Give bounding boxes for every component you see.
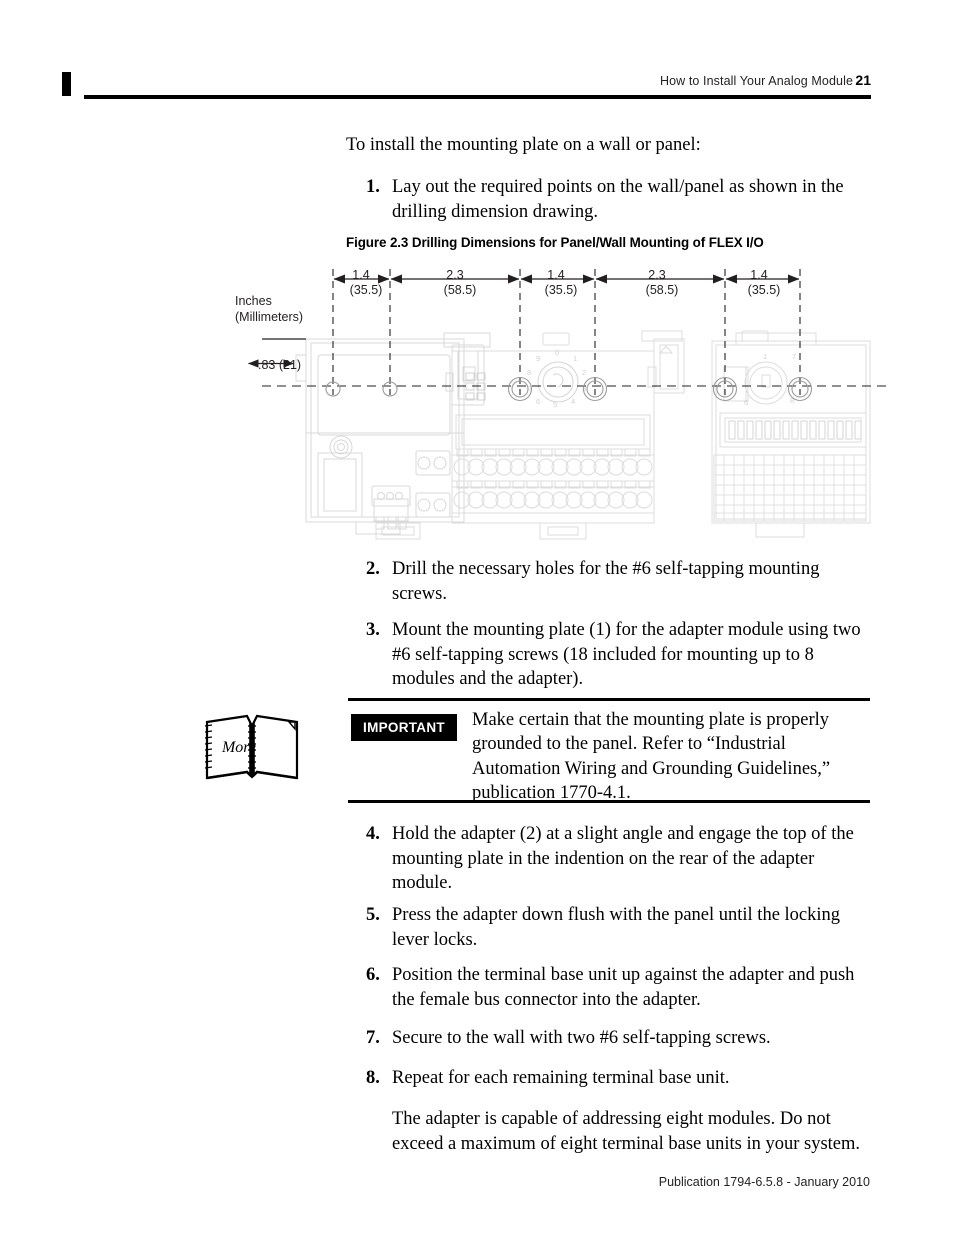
dim-inches-4: 2.3 — [648, 268, 665, 282]
figure-drilling-dimensions: 012 345 678 9 1 7 8 6 1.4 (35.5) 2.3 (58… — [0, 255, 954, 545]
step-number: 7. — [366, 1028, 380, 1048]
dim-mm-4: (58.5) — [646, 283, 679, 297]
step-item-1: 1. Lay out the required points on the wa… — [346, 175, 874, 224]
svg-text:1: 1 — [763, 352, 767, 361]
header-divider-rule — [84, 95, 871, 99]
callout-rule-bottom — [348, 800, 870, 803]
dim-inches-3: 1.4 — [547, 268, 564, 282]
dim-mm-3: (35.5) — [545, 283, 578, 297]
svg-text:7: 7 — [792, 352, 796, 361]
step-number: 3. — [366, 620, 380, 640]
step-number: 2. — [366, 559, 380, 579]
step-number: 1. — [366, 177, 380, 197]
step-item-6: 6. Position the terminal base unit up ag… — [346, 963, 874, 1012]
step-text: Press the adapter down flush with the pa… — [392, 905, 841, 950]
header-title: How to Install Your Analog Module — [659, 74, 853, 88]
intro-paragraph: To install the mounting plate on a wall … — [346, 135, 701, 155]
step-text: Lay out the required points on the wall/… — [392, 177, 844, 222]
important-text: Make certain that the mounting plate is … — [472, 710, 831, 804]
step-item-5: 5. Press the adapter down flush with the… — [346, 903, 874, 952]
svg-text:1: 1 — [573, 354, 577, 363]
step-number: 6. — [366, 965, 380, 985]
dim-mm-2: (58.5) — [444, 283, 477, 297]
svg-text:6: 6 — [536, 397, 540, 406]
mounting-holes — [325, 376, 813, 402]
dimension-labels: 1.4 (35.5) 2.3 (58.5) 1.4 (35.5) 2.3 (58… — [350, 268, 781, 297]
step-number: 4. — [366, 824, 380, 844]
important-badge: IMPORTANT — [351, 714, 457, 741]
step-text: Position the terminal base unit up again… — [392, 965, 855, 1010]
step-item-2: 2. Drill the necessary holes for the #6 … — [346, 557, 874, 606]
dim-inches-2: 2.3 — [446, 268, 463, 282]
rotary-switch-icon — [537, 361, 579, 403]
step-item-7: 7. Secure to the wall with two #6 self-t… — [346, 1026, 874, 1051]
svg-text:5: 5 — [553, 400, 557, 409]
svg-text:6: 6 — [744, 398, 748, 407]
callout-rule-top — [348, 698, 870, 701]
svg-text:8: 8 — [527, 368, 531, 377]
dim-inches-5: 1.4 — [750, 268, 767, 282]
dim-inches-1: 1.4 — [352, 268, 369, 282]
page-header: How to Install Your Analog Module 21 — [0, 0, 954, 110]
important-callout: IMPORTANT Make certain that the mounting… — [0, 690, 954, 808]
step-text: Drill the necessary holes for the #6 sel… — [392, 559, 820, 604]
step-text: Hold the adapter (2) at a slight angle a… — [392, 824, 854, 894]
figure-caption: Figure 2.3 Drilling Dimensions for Panel… — [346, 235, 764, 250]
page-number: 21 — [855, 72, 871, 88]
step-text: Repeat for each remaining terminal base … — [392, 1068, 730, 1088]
svg-text:2: 2 — [582, 368, 586, 377]
closing-text: The adapter is capable of addressing eig… — [392, 1109, 861, 1154]
closing-paragraph: The adapter is capable of addressing eig… — [346, 1107, 874, 1156]
step-number: 5. — [366, 905, 380, 925]
units-label-line2: (Millimeters) — [235, 310, 303, 324]
vertical-dimension-label: .83 (21) — [258, 358, 301, 372]
step-number: 8. — [366, 1068, 380, 1088]
footer-publication: Publication 1794-6.5.8 - January 2010 — [658, 1175, 870, 1189]
svg-text:9: 9 — [536, 354, 540, 363]
svg-text:4: 4 — [571, 397, 575, 406]
units-label-line1: Inches — [235, 294, 272, 308]
step-text: Secure to the wall with two #6 self-tapp… — [392, 1028, 771, 1048]
dim-mm-1: (35.5) — [350, 283, 383, 297]
tab-marker — [62, 72, 71, 96]
step-text: Mount the mounting plate (1) for the ada… — [392, 620, 861, 690]
step-item-3: 3. Mount the mounting plate (1) for the … — [346, 618, 874, 692]
svg-text:0: 0 — [555, 348, 559, 357]
dim-mm-5: (35.5) — [748, 283, 781, 297]
step-item-4: 4. Hold the adapter (2) at a slight angl… — [346, 822, 874, 896]
step-item-8: 8. Repeat for each remaining terminal ba… — [346, 1066, 874, 1091]
